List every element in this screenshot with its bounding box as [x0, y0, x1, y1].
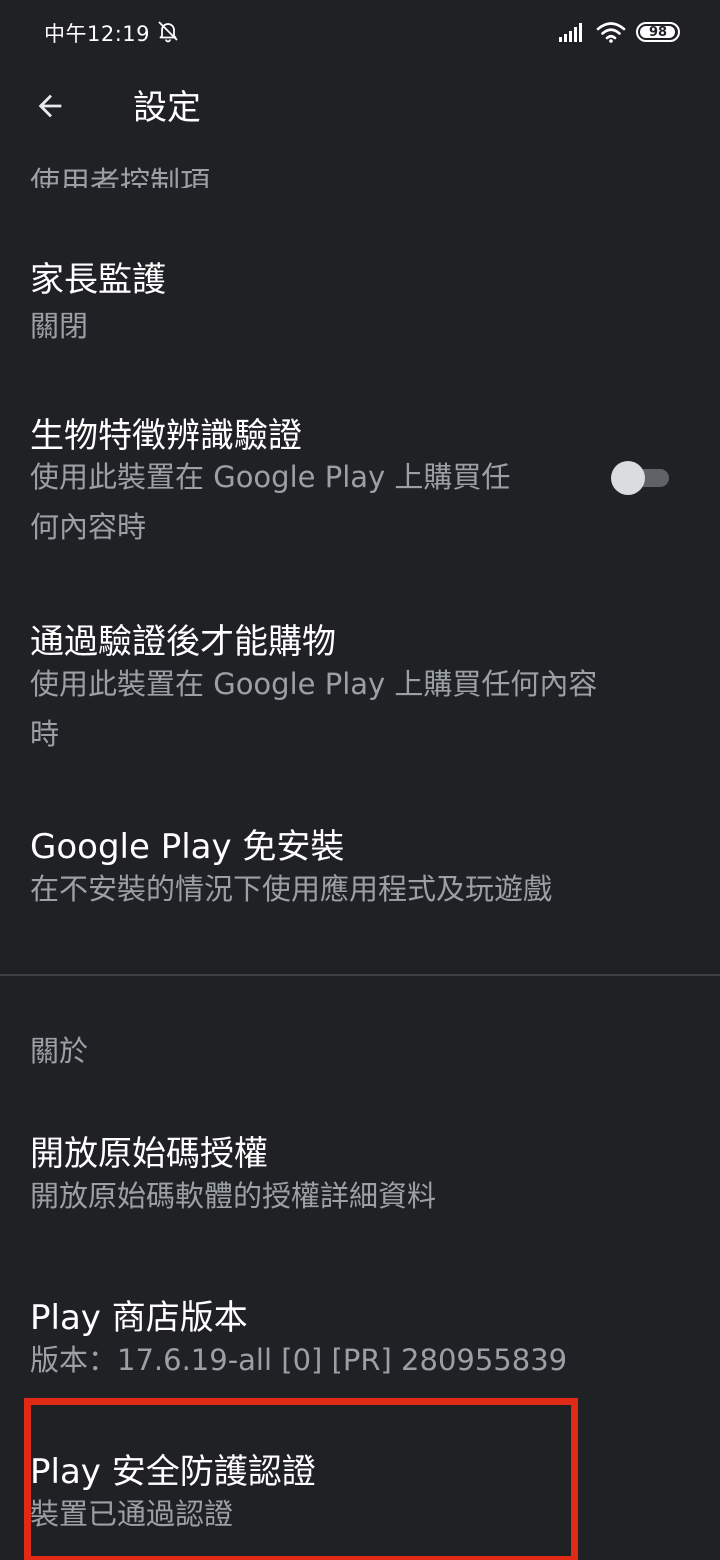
setting-subtitle: 在不安裝的情況下使用應用程式及玩遊戲 — [30, 872, 553, 906]
section-header-about: 關於 — [30, 1034, 89, 1068]
cellular-signal-icon — [559, 23, 582, 42]
status-time: 中午12:19 — [44, 22, 151, 46]
setting-user-controls-partial[interactable]: 使用者控制項 — [30, 158, 210, 188]
status-bar: 中午12:19 98 — [0, 0, 720, 64]
highlight-annotation-box — [24, 1398, 578, 1560]
setting-google-play-instant[interactable]: Google Play 免安裝 在不安裝的情況下使用應用程式及玩遊戲 — [0, 807, 720, 937]
app-bar: 設定 — [0, 64, 720, 142]
setting-title: 通過驗證後才能購物 — [30, 622, 336, 662]
battery-indicator: 98 — [636, 22, 680, 42]
setting-play-store-version[interactable]: Play 商店版本 版本：17.6.19-all [0] [PR] 280955… — [0, 1276, 720, 1406]
setting-parental-controls[interactable]: 家長監護 關閉 — [0, 234, 720, 364]
section-divider — [0, 974, 720, 976]
setting-open-source-licenses[interactable]: 開放原始碼授權 開放原始碼軟體的授權詳細資料 — [0, 1112, 720, 1242]
setting-subtitle-line2: 何內容時 — [30, 510, 147, 544]
biometric-toggle[interactable] — [611, 461, 669, 495]
notifications-off-icon — [158, 21, 178, 43]
wifi-icon — [596, 22, 626, 43]
arrow-back-icon — [38, 94, 62, 118]
setting-title: 家長監護 — [30, 260, 166, 300]
setting-title: Google Play 免安裝 — [30, 827, 345, 867]
battery-level: 98 — [648, 24, 668, 40]
setting-biometric-auth[interactable]: 生物特徵辨識驗證 使用此裝置在 Google Play 上購買任 何內容時 — [0, 392, 720, 552]
setting-auth-for-purchases[interactable]: 通過驗證後才能購物 使用此裝置在 Google Play 上購買任何內容 時 — [0, 600, 720, 760]
setting-subtitle: 關閉 — [30, 309, 89, 343]
setting-subtitle-line1: 使用此裝置在 Google Play 上購買任 — [30, 460, 511, 494]
setting-title: 生物特徵辨識驗證 — [30, 416, 302, 456]
setting-subtitle-line2: 時 — [30, 717, 60, 751]
settings-list[interactable]: 使用者控制項 家長監護 關閉 生物特徵辨識驗證 使用此裝置在 Google Pl… — [0, 142, 720, 1560]
setting-subtitle: 開放原始碼軟體的授權詳細資料 — [30, 1179, 437, 1213]
setting-subtitle-line1: 使用此裝置在 Google Play 上購買任何內容 — [30, 667, 598, 701]
page-title: 設定 — [133, 88, 201, 128]
setting-subtitle: 版本：17.6.19-all [0] [PR] 280955839 — [30, 1343, 568, 1377]
setting-title: Play 商店版本 — [30, 1298, 248, 1338]
back-button[interactable] — [26, 82, 74, 130]
setting-title: 開放原始碼授權 — [30, 1134, 268, 1174]
toggle-thumb — [611, 461, 645, 495]
